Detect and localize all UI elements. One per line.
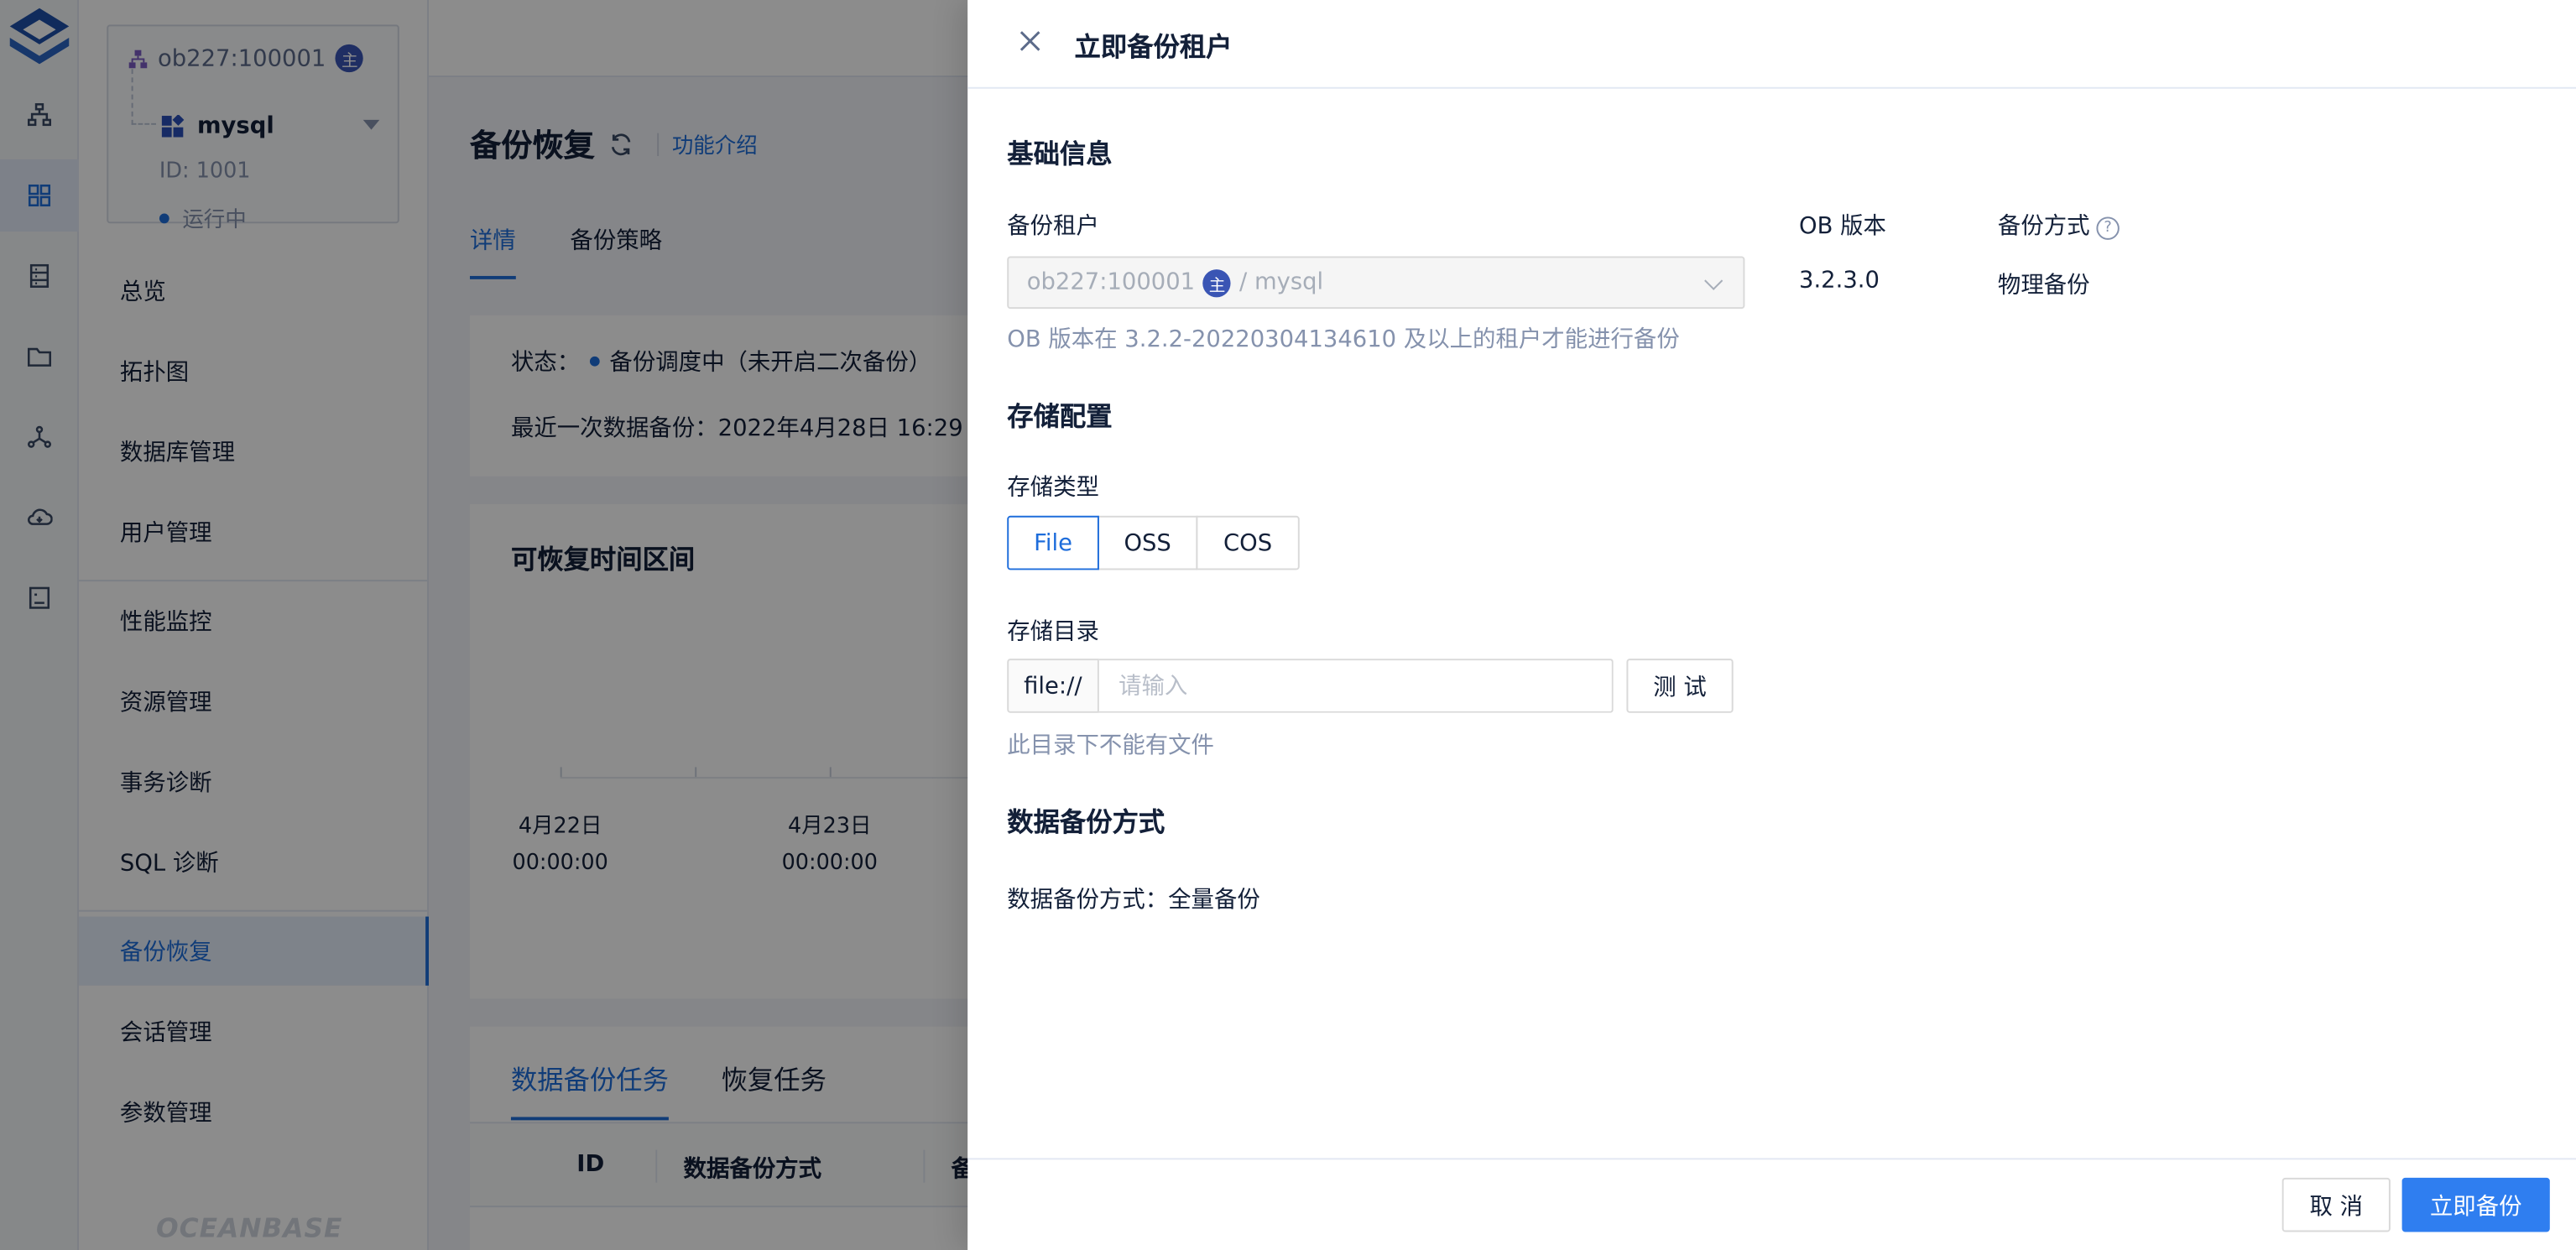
- drawer-header: 立即备份租户: [967, 0, 2576, 89]
- ob-version-label: OB 版本: [1799, 213, 1886, 240]
- backup-method-label: 备份方式?: [1998, 209, 2120, 242]
- drawer-title: 立即备份租户: [1074, 31, 1233, 63]
- chevron-down-icon: [1704, 271, 1723, 290]
- backup-now-button[interactable]: 立即备份: [2401, 1177, 2550, 1232]
- drawer-footer: 取 消 立即备份: [967, 1158, 2576, 1250]
- data-backup-mode: 数据备份方式：全量备份: [1007, 887, 1260, 914]
- ob-version-value: 3.2.3.0: [1799, 268, 1880, 294]
- help-icon[interactable]: ?: [2096, 216, 2120, 240]
- section-basic-info: 基础信息: [1007, 138, 1113, 169]
- storage-dir-group: file://: [1007, 659, 1614, 713]
- tenant-select[interactable]: ob227:100001 主 / mysql: [1007, 256, 1745, 310]
- close-icon[interactable]: [1015, 26, 1045, 55]
- section-data-backup: 数据备份方式: [1007, 806, 1165, 838]
- storage-type-oss[interactable]: OSS: [1097, 515, 1198, 570]
- dir-prefix: file://: [1007, 659, 1099, 713]
- storage-dir-label: 存储目录: [1007, 619, 1099, 646]
- backup-drawer: 立即备份租户 基础信息 备份租户 OB 版本 备份方式? ob227:10000…: [967, 0, 2576, 1250]
- modal-mask[interactable]: [0, 0, 968, 1250]
- backup-method-value: 物理备份: [1997, 273, 2090, 299]
- dir-hint: 此目录下不能有文件: [1007, 732, 1214, 759]
- storage-dir-input[interactable]: [1098, 659, 1614, 713]
- primary-badge: 主: [1202, 268, 1232, 297]
- storage-type-cos[interactable]: COS: [1196, 515, 1300, 570]
- storage-type-selector: File OSS COS: [1007, 515, 1300, 570]
- tenant-select-suffix: / mysql: [1239, 269, 1324, 296]
- section-storage: 存储配置: [1007, 400, 1113, 432]
- cancel-button[interactable]: 取 消: [2281, 1177, 2391, 1232]
- tenant-select-cluster: ob227:100001: [1026, 269, 1196, 296]
- storage-type-file[interactable]: File: [1007, 515, 1099, 570]
- tenant-label: 备份租户: [1007, 213, 1099, 240]
- storage-type-label: 存储类型: [1007, 474, 1099, 502]
- test-button[interactable]: 测 试: [1626, 659, 1734, 713]
- version-hint: OB 版本在 3.2.2-20220304134610 及以上的租户才能进行备份: [1007, 326, 1680, 353]
